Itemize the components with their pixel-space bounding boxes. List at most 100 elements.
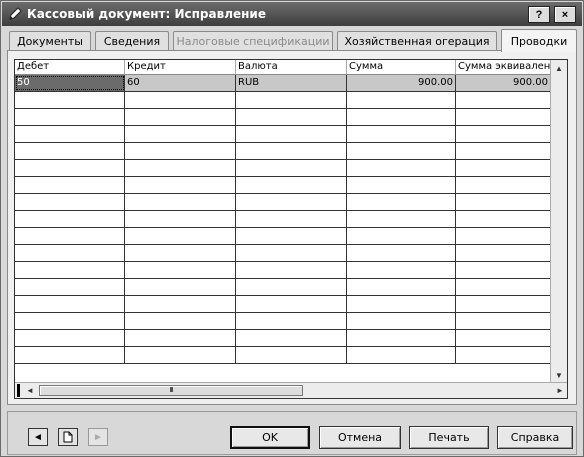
cell-credit[interactable]: 60 (125, 75, 236, 91)
column-header-currency[interactable]: Валюта (236, 60, 347, 75)
grid-cell[interactable] (125, 296, 236, 312)
grid-cell[interactable] (347, 245, 456, 261)
cancel-button[interactable]: Отмена (319, 426, 401, 449)
grid-cell[interactable] (15, 92, 125, 108)
scroll-up-icon[interactable]: ▲ (551, 60, 567, 76)
grid-cell[interactable] (347, 92, 456, 108)
grid-cell[interactable] (15, 109, 125, 125)
grid-cell[interactable] (347, 143, 456, 159)
grid-cell[interactable] (125, 211, 236, 227)
grid-cell[interactable] (347, 211, 456, 227)
grid-cell[interactable] (236, 109, 347, 125)
grid-cell[interactable] (236, 330, 347, 346)
new-document-button[interactable] (58, 428, 78, 446)
grid-cell[interactable] (15, 211, 125, 227)
table-row[interactable] (15, 330, 551, 347)
grid-cell[interactable] (236, 126, 347, 142)
grid-cell[interactable] (236, 177, 347, 193)
grid-cell[interactable] (125, 262, 236, 278)
grid-cell[interactable] (236, 211, 347, 227)
table-row[interactable] (15, 211, 551, 228)
grid-cell[interactable] (347, 347, 456, 363)
help-button[interactable]: Справка (497, 426, 573, 449)
grid-cell[interactable] (236, 279, 347, 295)
grid-cell[interactable] (15, 126, 125, 142)
grid-cell[interactable] (456, 177, 551, 193)
scroll-down-icon[interactable]: ▼ (551, 367, 567, 383)
grid-cell[interactable] (15, 143, 125, 159)
grid-cell[interactable] (125, 177, 236, 193)
table-row[interactable] (15, 194, 551, 211)
grid-cell[interactable] (456, 211, 551, 227)
horizontal-scrollbar[interactable]: ◄ III ► (15, 382, 567, 398)
grid-cell[interactable] (236, 160, 347, 176)
grid-cell[interactable] (456, 296, 551, 312)
table-row[interactable] (15, 109, 551, 126)
grid-cell[interactable] (456, 347, 551, 363)
grid-cell[interactable] (125, 279, 236, 295)
tab-label[interactable]: Хозяйственная огерация (344, 35, 489, 48)
grid-cell[interactable] (347, 109, 456, 125)
grid-cell[interactable] (125, 194, 236, 210)
grid-cell[interactable] (456, 194, 551, 210)
grid-cell[interactable] (347, 194, 456, 210)
grid-cell[interactable] (125, 160, 236, 176)
table-row[interactable] (15, 313, 551, 330)
cell-currency[interactable]: RUB (236, 75, 347, 91)
table-row[interactable] (15, 160, 551, 177)
grid-cell[interactable] (456, 262, 551, 278)
grid-cell[interactable] (125, 330, 236, 346)
previous-record-button[interactable]: ◄ (28, 428, 48, 446)
title-bar[interactable]: Кассовый документ: Исправление ? × (2, 2, 582, 26)
grid-cell[interactable] (347, 296, 456, 312)
scroll-left-icon[interactable]: ◄ (23, 383, 37, 398)
grid-cell[interactable] (347, 177, 456, 193)
grid-cell[interactable] (15, 296, 125, 312)
horizontal-scroll-thumb[interactable]: III (39, 385, 303, 396)
vertical-scrollbar[interactable]: ▲ ▼ (550, 60, 567, 383)
grid-cell[interactable] (347, 262, 456, 278)
grid-cell[interactable] (347, 126, 456, 142)
grid-cell[interactable] (15, 160, 125, 176)
grid-cell[interactable] (125, 313, 236, 329)
grid-cell[interactable] (15, 177, 125, 193)
table-row[interactable]: 50 60 RUB 900.00 900.00 (15, 75, 551, 92)
grid-cell[interactable] (125, 126, 236, 142)
grid-cell[interactable] (236, 92, 347, 108)
grid-cell[interactable] (456, 160, 551, 176)
grid-cell[interactable] (236, 296, 347, 312)
grid-cell[interactable] (15, 347, 125, 363)
tab-details[interactable]: Сведения (95, 31, 169, 51)
table-row[interactable] (15, 245, 551, 262)
cell-debit[interactable]: 50 (15, 75, 125, 91)
cell-amount[interactable]: 900.00 (347, 75, 456, 91)
grid-cell[interactable] (347, 279, 456, 295)
column-header-credit[interactable]: Кредит (125, 60, 236, 75)
ok-button[interactable]: OK (230, 426, 310, 449)
help-title-button[interactable]: ? (528, 6, 550, 23)
grid-cell[interactable] (456, 109, 551, 125)
grid-cell[interactable] (125, 143, 236, 159)
grid-cell[interactable] (15, 194, 125, 210)
grid-cell[interactable] (456, 126, 551, 142)
tab-postings[interactable]: Проводки (501, 29, 577, 52)
print-button[interactable]: Печать (409, 426, 489, 449)
grid-cell[interactable] (456, 143, 551, 159)
postings-grid[interactable]: Дебет Кредит Валюта Сумма Сумма эквивале… (14, 59, 568, 399)
grid-cell[interactable] (15, 313, 125, 329)
table-row[interactable] (15, 177, 551, 194)
table-row[interactable] (15, 92, 551, 109)
grid-cell[interactable] (236, 347, 347, 363)
grid-cell[interactable] (15, 262, 125, 278)
grid-cell[interactable] (125, 92, 236, 108)
grid-cell[interactable] (236, 143, 347, 159)
grid-cell[interactable] (236, 262, 347, 278)
grid-cell[interactable] (15, 279, 125, 295)
table-row[interactable] (15, 143, 551, 160)
column-header-equivalent[interactable]: Сумма эквивалент (456, 60, 551, 75)
grid-cell[interactable] (456, 313, 551, 329)
tab-documents[interactable]: Документы (9, 31, 91, 51)
grid-cell[interactable] (236, 228, 347, 244)
column-header-amount[interactable]: Сумма (347, 60, 456, 75)
table-row[interactable] (15, 126, 551, 143)
